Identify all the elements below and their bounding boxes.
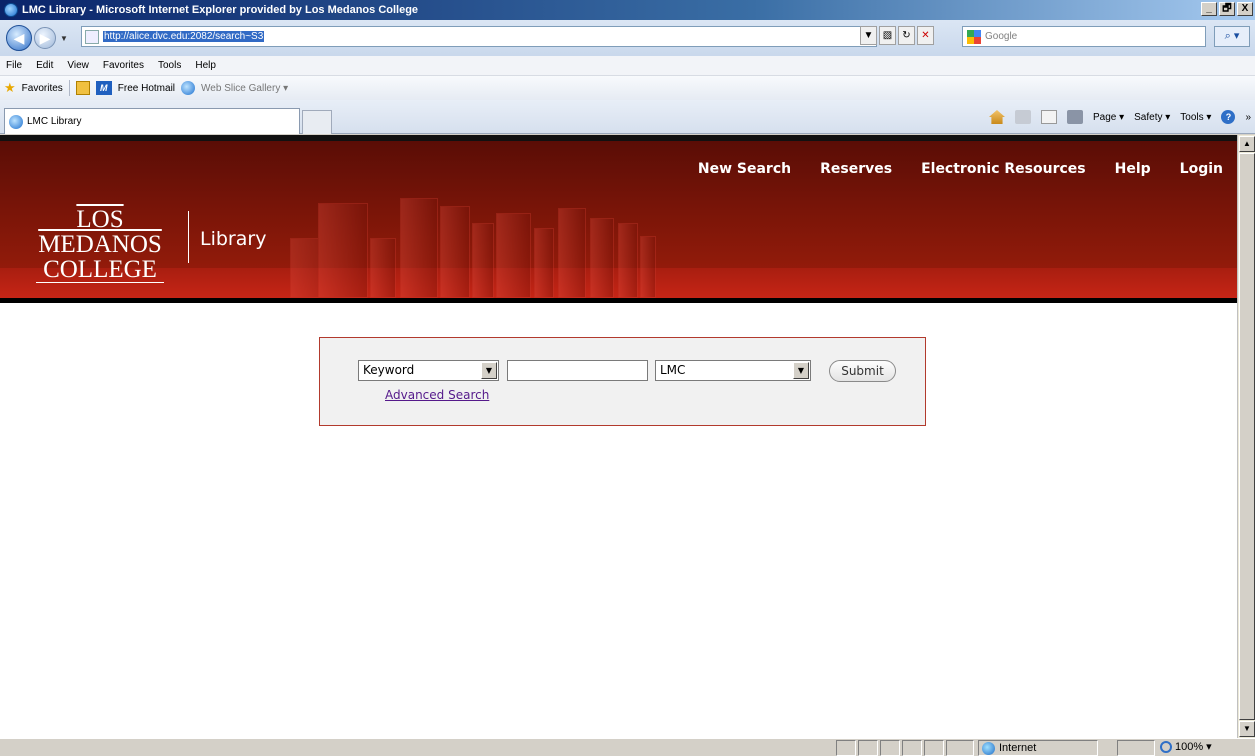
protected-mode-icon[interactable] — [1117, 740, 1155, 756]
chevron-down-icon[interactable]: ▼ — [481, 362, 497, 379]
status-cell — [924, 740, 944, 756]
help-icon[interactable]: ? — [1221, 110, 1236, 124]
globe-icon — [982, 741, 995, 755]
address-dropdown-icon[interactable]: ▼ — [860, 26, 877, 45]
new-tab-button[interactable] — [302, 110, 332, 134]
zoom-icon — [1160, 740, 1172, 753]
scroll-thumb[interactable] — [1239, 153, 1255, 720]
window-controls: _ 🗗 X — [1201, 2, 1253, 16]
compatibility-view-icon[interactable]: ▧ — [879, 26, 896, 45]
maximize-button[interactable]: 🗗 — [1219, 2, 1235, 16]
search-location-value: LMC — [660, 363, 686, 377]
nav-new-search[interactable]: New Search — [698, 161, 791, 177]
search-go-button[interactable]: ⌕ ▾ — [1214, 26, 1250, 47]
zoom-level: 100% — [1175, 740, 1204, 753]
zone-label: Internet — [999, 742, 1037, 754]
nav-electronic-resources[interactable]: Electronic Resources — [921, 161, 1086, 177]
window-titlebar: LMC Library - Microsoft Internet Explore… — [0, 0, 1255, 20]
internet-explorer-icon — [4, 3, 18, 17]
search-location-select[interactable]: LMC ▼ — [655, 360, 811, 381]
scroll-up-icon[interactable]: ▲ — [1239, 136, 1255, 152]
security-zone[interactable]: Internet — [978, 740, 1098, 756]
menu-bar: File Edit View Favorites Tools Help — [0, 56, 1255, 76]
status-cell — [880, 740, 900, 756]
search-placeholder: Google — [985, 31, 1018, 42]
window-title: LMC Library - Microsoft Internet Explore… — [22, 4, 419, 16]
tab-lmc-library[interactable]: LMC Library — [4, 108, 300, 134]
tab-row: LMC Library Page ▾ Safety ▾ Tools ▾ ? » — [0, 100, 1255, 134]
history-dropdown-icon[interactable]: ▼ — [60, 34, 70, 43]
back-button[interactable]: ◀ — [6, 25, 32, 51]
scroll-down-icon[interactable]: ▼ — [1239, 721, 1255, 737]
separator — [68, 80, 70, 96]
feeds-icon[interactable] — [1014, 110, 1031, 124]
search-box[interactable]: Google — [962, 26, 1206, 47]
print-icon[interactable] — [1066, 110, 1083, 124]
address-tools: ▼ ▧ ↻ ✕ — [860, 26, 934, 45]
chevron-down-icon[interactable]: ▾ — [1206, 740, 1212, 753]
more-commands[interactable]: » — [1245, 112, 1251, 123]
add-favorites-icon[interactable] — [75, 81, 90, 95]
tab-label: LMC Library — [27, 116, 82, 127]
logo-divider — [188, 211, 189, 263]
menu-favorites[interactable]: Favorites — [103, 60, 144, 71]
menu-edit[interactable]: Edit — [36, 60, 53, 71]
search-type-value: Keyword — [363, 363, 415, 377]
advanced-search-link[interactable]: Advanced Search — [385, 388, 489, 402]
status-cell — [836, 740, 856, 756]
web-slice-icon — [181, 81, 196, 95]
logo-line-2: COLLEGE — [36, 257, 164, 283]
favorite-web-slice-gallery[interactable]: Web Slice Gallery ▾ — [201, 83, 288, 94]
site-nav: New Search Reserves Electronic Resources… — [698, 161, 1223, 177]
stop-icon[interactable]: ✕ — [917, 26, 934, 45]
address-url[interactable]: http://alice.dvc.edu:2082/search~S3 — [103, 31, 265, 42]
google-icon — [967, 29, 981, 44]
minimize-button[interactable]: _ — [1201, 2, 1217, 16]
favorites-button[interactable]: Favorites — [22, 83, 63, 94]
search-query-input[interactable] — [507, 360, 648, 381]
address-bar[interactable]: http://alice.dvc.edu:2082/search~S3 — [81, 26, 877, 47]
chevron-down-icon[interactable]: ▼ — [793, 362, 809, 379]
page-menu[interactable]: Page ▾ — [1093, 112, 1124, 123]
favorites-star-icon[interactable]: ★ — [4, 80, 16, 96]
status-cell — [902, 740, 922, 756]
tab-page-icon — [9, 114, 23, 129]
menu-tools[interactable]: Tools — [158, 60, 181, 71]
home-icon[interactable] — [988, 110, 1005, 124]
safety-menu[interactable]: Safety ▾ — [1134, 112, 1170, 123]
logo-library-text: Library — [200, 228, 267, 250]
nav-help[interactable]: Help — [1115, 161, 1151, 177]
hotmail-icon: M — [95, 81, 112, 95]
page-icon — [85, 29, 99, 44]
address-toolbar: ◀ ▶ ▼ http://alice.dvc.edu:2082/search~S… — [0, 20, 1255, 56]
nav-login[interactable]: Login — [1180, 161, 1223, 177]
menu-help[interactable]: Help — [195, 60, 216, 71]
college-logo[interactable]: LOS MEDANOS COLLEGE — [20, 207, 180, 283]
favorites-bar: ★ Favorites M Free Hotmail Web Slice Gal… — [0, 76, 1255, 100]
books-graphic — [290, 191, 670, 298]
nav-reserves[interactable]: Reserves — [820, 161, 892, 177]
status-cell — [946, 740, 974, 756]
menu-file[interactable]: File — [6, 60, 22, 71]
forward-button[interactable]: ▶ — [34, 27, 56, 49]
menu-view[interactable]: View — [67, 60, 89, 71]
vertical-scrollbar[interactable]: ▲ ▼ — [1237, 135, 1255, 738]
logo-line-1: LOS MEDANOS — [38, 206, 162, 258]
close-button[interactable]: X — [1237, 2, 1253, 16]
page-viewport: LOS MEDANOS COLLEGE Library New Search R… — [0, 135, 1237, 738]
refresh-icon[interactable]: ↻ — [898, 26, 915, 45]
site-header: LOS MEDANOS COLLEGE Library New Search R… — [0, 135, 1237, 303]
catalog-search-panel: Keyword ▼ LMC ▼ Submit Advanced Search — [319, 337, 926, 426]
search-type-select[interactable]: Keyword ▼ — [358, 360, 499, 381]
favorite-hotmail[interactable]: Free Hotmail — [118, 83, 175, 94]
status-cell — [858, 740, 878, 756]
tools-menu[interactable]: Tools ▾ — [1180, 112, 1211, 123]
status-bar: Internet 100% ▾ — [0, 738, 1255, 756]
command-bar: Page ▾ Safety ▾ Tools ▾ ? » — [988, 110, 1251, 124]
zoom-control[interactable]: 100% ▾ — [1160, 740, 1212, 753]
submit-button[interactable]: Submit — [829, 360, 896, 382]
mail-icon[interactable] — [1040, 110, 1057, 124]
